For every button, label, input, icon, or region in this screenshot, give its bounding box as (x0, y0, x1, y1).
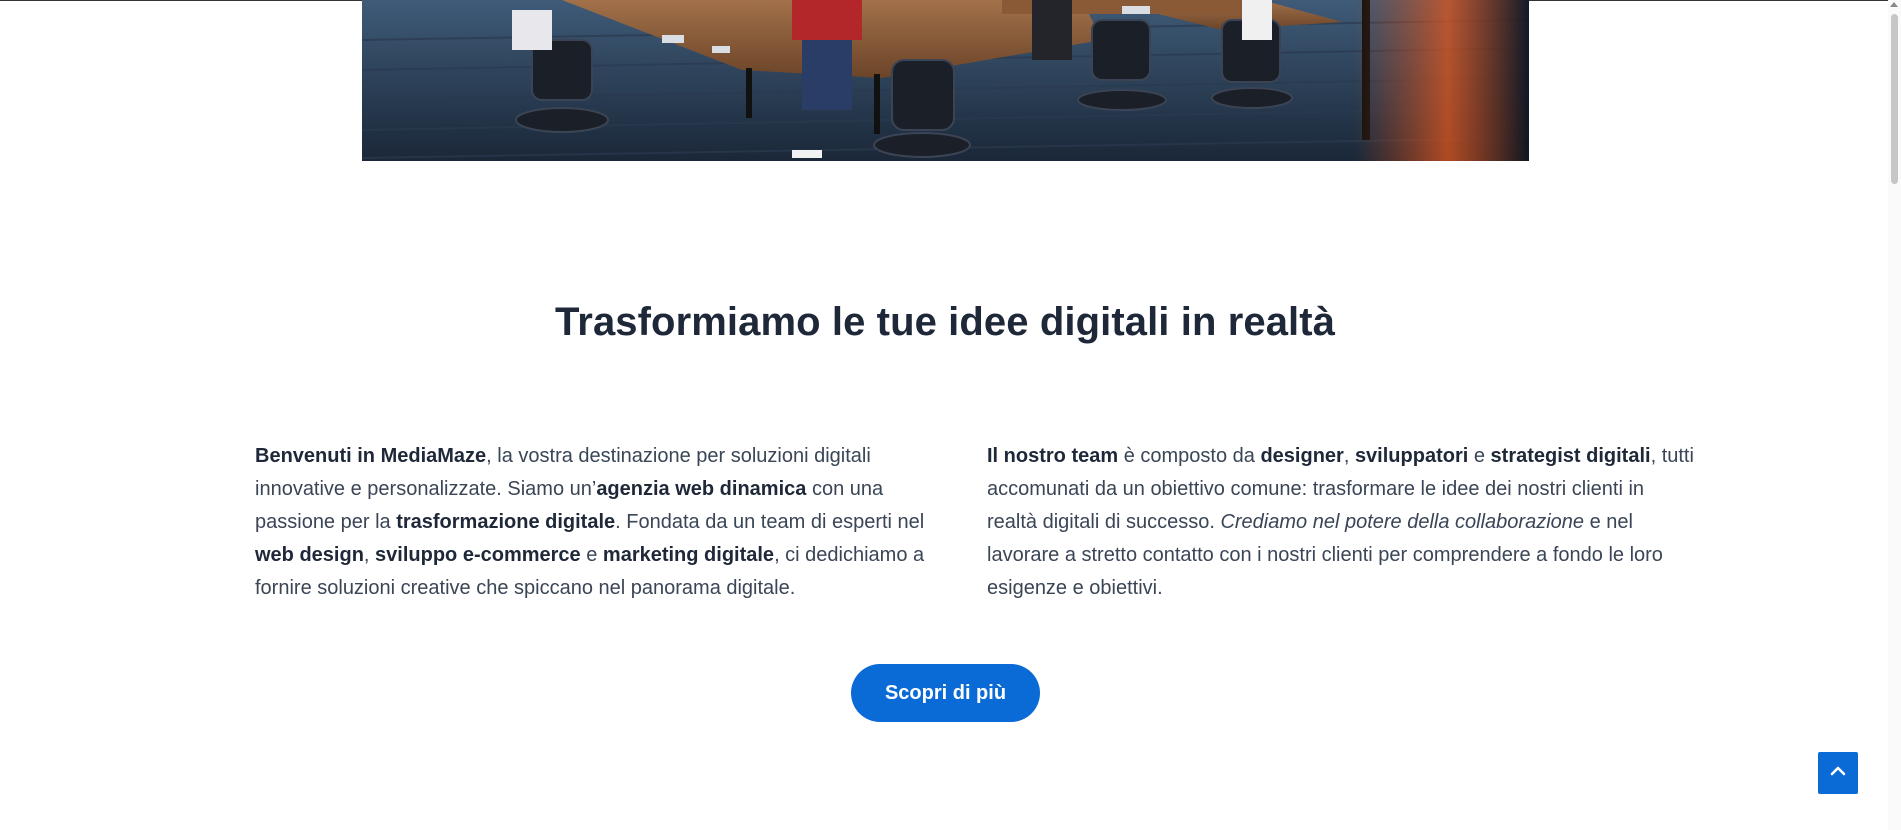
bold-text: trasformazione digitale (396, 511, 616, 533)
chevron-up-icon (1828, 761, 1848, 786)
text: , (1343, 445, 1355, 467)
bold-text: sviluppo e-commerce (375, 544, 581, 566)
bold-text: agenzia web dinamica (596, 478, 807, 500)
bold-text: sviluppatori (1354, 445, 1469, 467)
back-to-top-button[interactable] (1818, 752, 1858, 794)
intro-paragraph: Benvenuti in MediaMaze, la vostra destin… (255, 440, 965, 605)
scrollbar-thumb[interactable] (1891, 14, 1898, 184)
italic-text: Crediamo nel potere della collaborazione (1220, 511, 1585, 533)
text: . Fondata da un team di esperti nel (615, 511, 925, 533)
bold-text: web design (255, 544, 364, 566)
bold-text: designer (1260, 445, 1344, 467)
text: è composto da (1118, 445, 1261, 467)
hero-office-image (362, 0, 1529, 161)
text: e (1468, 445, 1491, 467)
section-title: Trasformiamo le tue idee digitali in rea… (554, 300, 1336, 344)
bold-text: Il nostro team (987, 445, 1119, 467)
team-paragraph: Il nostro team è composto da designer, s… (987, 440, 1697, 605)
bold-text: Benvenuti in MediaMaze (255, 445, 487, 467)
text: e (580, 544, 603, 566)
discover-more-button[interactable]: Scopri di più (851, 664, 1040, 722)
bold-text: strategist digitali (1490, 445, 1651, 467)
text: , (363, 544, 376, 566)
scroll-up-arrow-icon[interactable] (1890, 2, 1898, 7)
bold-text: marketing digitale (602, 544, 775, 566)
page-scrollbar[interactable] (1888, 0, 1901, 830)
